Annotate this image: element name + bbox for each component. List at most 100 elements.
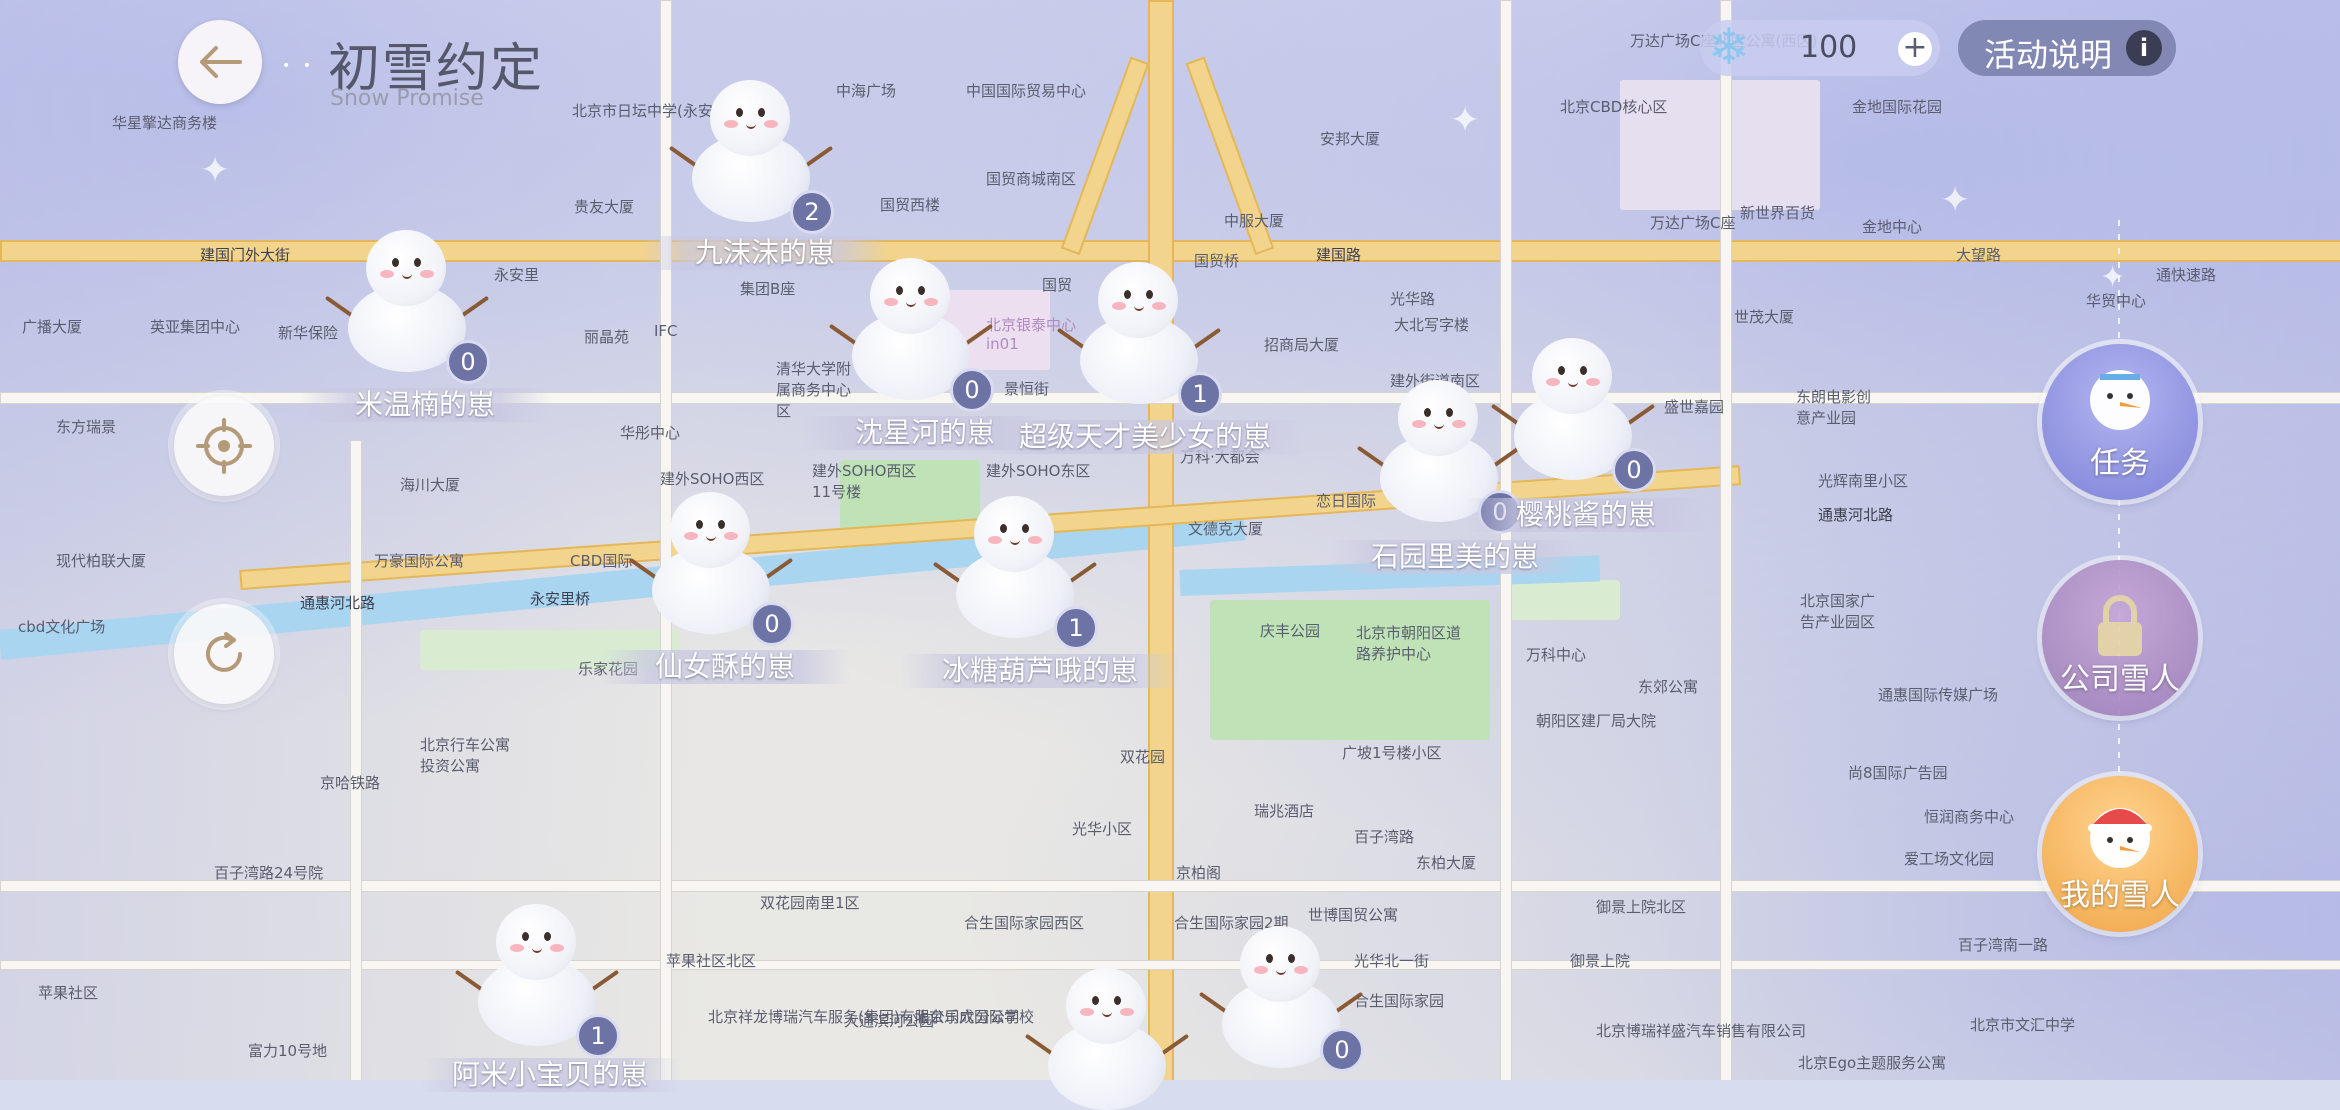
activity-rules-button[interactable]: 活动说明 i [1958, 20, 2176, 76]
map-label: 北京博瑞祥盛汽车销售有限公司 [1596, 1022, 1807, 1040]
snowman-name-label[interactable]: 米温楠的崽 [300, 388, 550, 422]
snowman-marker[interactable]: 0 [324, 222, 490, 384]
map-label: 世茂大厦 [1734, 308, 1795, 326]
snow-count: 100 [1800, 30, 1858, 65]
map-label: 百子湾路 [1354, 828, 1415, 846]
map-label: 大望路 [1956, 246, 2002, 264]
back-button[interactable] [178, 20, 262, 104]
snowman-marker[interactable]: 1 [454, 896, 620, 1058]
snowman-eye [1114, 996, 1121, 1005]
map-label: cbd文化广场 [18, 618, 106, 636]
snowman-eye [1124, 290, 1131, 299]
map-label: 万科中心 [1526, 646, 1587, 664]
snowman-eye [1288, 954, 1295, 963]
snowman-eye [918, 286, 925, 295]
map-label: 北京国家广告产业园区 [1800, 592, 1876, 631]
snowman-eye [1424, 408, 1431, 417]
map-label: 京哈铁路 [320, 774, 381, 792]
map-label: 双花园 [1120, 748, 1166, 766]
snowman-marker[interactable]: 1 [1056, 254, 1222, 416]
map-label: 建外SOHO西区11号楼 [812, 462, 917, 501]
plus-icon[interactable]: + [1898, 32, 1932, 66]
map-label: 东郊公寓 [1638, 678, 1699, 696]
snowman-blush [1546, 378, 1560, 386]
snowman-head [870, 258, 950, 334]
company-snowman-button[interactable]: 公司雪人 [2042, 560, 2198, 716]
snowman-blush [724, 120, 738, 128]
map-label: 永安里桥 [530, 590, 591, 608]
snowman-eye [1092, 996, 1099, 1005]
map-label: 中海广场 [836, 82, 897, 100]
snowman-eye [392, 258, 399, 267]
company-snowman-label: 公司雪人 [2060, 662, 2180, 697]
map-label: 光辉南里小区 [1818, 472, 1909, 490]
my-snowman-button[interactable]: 我的雪人 [2042, 776, 2198, 932]
snowman-blush [1412, 420, 1426, 428]
snowman-name-label[interactable]: 超级天才美少女的崽 [980, 420, 1310, 454]
map-label: 双花园南里1区 [760, 894, 860, 912]
park-area [1210, 600, 1490, 740]
snowman-marker[interactable]: 0 [628, 484, 794, 646]
snowman-name-label[interactable]: 石园里美的崽 [1330, 540, 1580, 574]
locate-button[interactable] [174, 396, 274, 496]
city-map[interactable]: ✦ ✦ ✦ ✦ 北京市日坛中学(永安里校区) 中海广场 中国国际贸易中心 万达广… [0, 0, 2340, 1080]
map-label: 朝阳区建厂局大院 [1536, 712, 1657, 730]
map-label: 华星擎达商务楼 [112, 114, 218, 132]
map-label: 广播大厦 [22, 318, 83, 336]
snowman-marker[interactable]: 1 [932, 488, 1098, 650]
snowman-name-label[interactable]: 仙女酥的崽 [600, 650, 850, 684]
snowman-eye [522, 932, 529, 941]
map-label: CBD国际 [570, 552, 633, 570]
map-label: 建国路 [1316, 246, 1362, 264]
map-label: 集团B座 [740, 280, 796, 298]
map-label: 英亚集团中心 [150, 318, 241, 336]
street [350, 440, 362, 1080]
snowman-blush [1452, 420, 1466, 428]
street [1720, 0, 1732, 1080]
snowman-blush [420, 270, 434, 278]
map-label: 苹果社区 [38, 984, 99, 1002]
snowflake-icon: ❄ [1708, 18, 1750, 76]
snowman-blush [1254, 966, 1268, 974]
snowman-blush [724, 532, 738, 540]
snowman-name-label[interactable]: 樱桃酱的崽 [1466, 498, 1706, 532]
snowman-blush [1120, 1008, 1134, 1016]
snowman-count-badge: 0 [1612, 448, 1656, 492]
map-label: 万达广场C座 [1650, 214, 1736, 232]
task-button[interactable]: 任务 [2042, 344, 2198, 500]
snowman-name-label[interactable]: 冰糖葫芦哦的崽 [900, 654, 1180, 688]
snowman-marker[interactable]: 2 [668, 72, 834, 234]
snowman-head [366, 230, 446, 306]
snowman-eye [1446, 408, 1453, 417]
snowman-blush [550, 944, 564, 952]
snowman-eye [736, 108, 743, 117]
snowman-marker[interactable] [1024, 960, 1190, 1110]
snowman-blush [924, 298, 938, 306]
map-label: 光华北一街 [1354, 952, 1430, 970]
refresh-button[interactable] [174, 604, 274, 704]
map-label: 中国国际贸易中心 [966, 82, 1087, 100]
snowman-marker[interactable]: 0 [1198, 918, 1364, 1072]
page-subtitle: Snow Promise [330, 86, 484, 111]
map-label: 华贸中心 [2086, 292, 2147, 310]
snowman-head [974, 496, 1054, 572]
snowman-eye [544, 932, 551, 941]
map-label: 建国门外大街 [200, 246, 291, 264]
map-label: 恋日国际 [1316, 492, 1377, 510]
map-label: 贵友大厦 [574, 198, 635, 216]
map-label: 爱工场文化园 [1904, 850, 1995, 868]
snowman-marker[interactable]: 0 [828, 250, 994, 412]
snowman-blush [510, 944, 524, 952]
snowman-count-badge: 0 [446, 340, 490, 384]
map-label: 通惠河北路 [300, 594, 376, 612]
snowman-eye [1146, 290, 1153, 299]
snowman-eye [1558, 366, 1565, 375]
snowman-count-badge: 0 [1320, 1028, 1364, 1072]
crosshair-locate-icon [196, 418, 252, 474]
snowman-marker[interactable]: 0 [1490, 330, 1656, 492]
snowman-eye [758, 108, 765, 117]
map-label: 永安里 [494, 266, 540, 284]
snowman-name-label[interactable]: 阿米小宝贝的崽 [420, 1058, 680, 1092]
map-label: 大北写字楼 [1394, 316, 1470, 334]
snowman-eye [1022, 524, 1029, 533]
